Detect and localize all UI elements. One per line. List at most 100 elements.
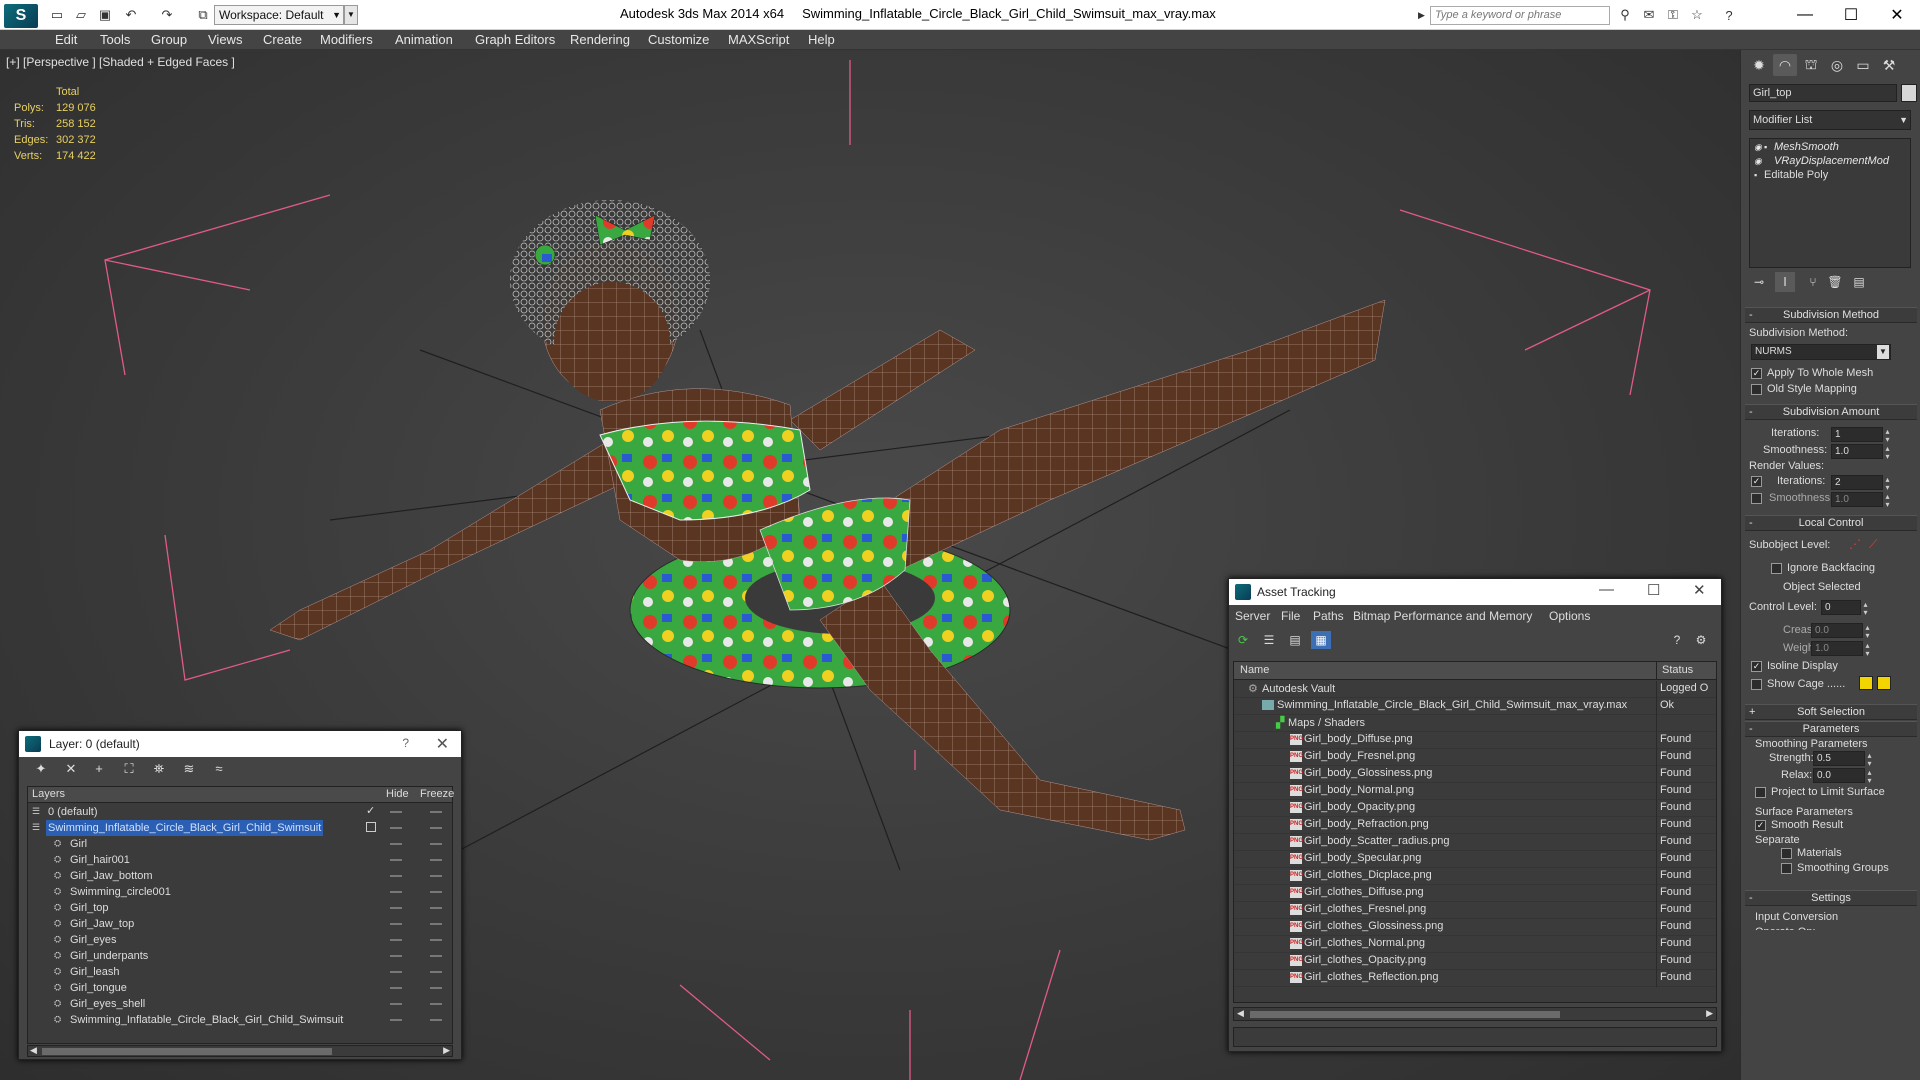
asset-menu-options[interactable]: Options bbox=[1549, 609, 1590, 623]
asset-row[interactable]: ▞ Maps / Shaders bbox=[1234, 715, 1716, 732]
configure-sets-icon[interactable]: ▤ bbox=[1849, 272, 1869, 292]
hide-toggle[interactable] bbox=[390, 971, 402, 973]
layer-row-name[interactable]: Girl bbox=[68, 836, 89, 852]
binoculars-icon[interactable]: ⚲ bbox=[1616, 6, 1634, 24]
modify-tab-icon[interactable]: ◠ bbox=[1773, 54, 1797, 76]
maximize-icon[interactable]: ☐ bbox=[1647, 581, 1660, 599]
column-name[interactable]: Name bbox=[1240, 664, 1269, 676]
workspace-dropdown[interactable]: Workspace: Default ▼ bbox=[214, 5, 344, 25]
current-layer-check-icon[interactable]: ✓ bbox=[366, 804, 375, 817]
lightbulb-icon[interactable]: ◉ bbox=[1754, 156, 1764, 167]
rollout-settings[interactable]: - Settings bbox=[1745, 890, 1917, 906]
asset-menu-bitmap[interactable]: Bitmap Performance and Memory bbox=[1353, 609, 1532, 623]
asset-row[interactable]: PNGGirl_clothes_Glossiness.png Found bbox=[1234, 919, 1716, 936]
layer-row[interactable]: ⛭ Girl_leash bbox=[28, 964, 452, 980]
menu-tools[interactable]: Tools bbox=[100, 32, 130, 47]
make-current-icon[interactable] bbox=[366, 822, 376, 832]
object-name-field[interactable]: Girl_top bbox=[1749, 84, 1897, 102]
viewport-label[interactable]: [+] [Perspective ] [Shaded + Edged Faces… bbox=[6, 55, 235, 69]
hide-toggle[interactable] bbox=[390, 811, 402, 813]
cage-selection-color-swatch[interactable] bbox=[1877, 676, 1891, 690]
freeze-toggle[interactable] bbox=[430, 987, 442, 989]
layer-row[interactable]: ⛭ Girl_Jaw_bottom bbox=[28, 868, 452, 884]
open-file-icon[interactable]: ▱ bbox=[72, 6, 90, 24]
layer-row[interactable]: ⛭ Swimming_Inflatable_Circle_Black_Girl_C… bbox=[28, 1012, 452, 1028]
minimize-icon[interactable]: — bbox=[1599, 581, 1614, 598]
iterations-spinner[interactable]: 1 bbox=[1831, 427, 1894, 443]
column-layers[interactable]: Layers bbox=[32, 788, 65, 800]
create-layer-icon[interactable]: ✦ bbox=[31, 761, 51, 779]
layer-row-name[interactable]: Swimming_circle001 bbox=[68, 884, 173, 900]
asset-row[interactable]: PNGGirl_body_Specular.png Found bbox=[1234, 851, 1716, 868]
vertex-subobject-icon[interactable]: ⋰ bbox=[1849, 537, 1861, 551]
asset-path-field[interactable] bbox=[1233, 1027, 1717, 1047]
display-tab-icon[interactable]: ▭ bbox=[1851, 54, 1875, 76]
column-hide[interactable]: Hide bbox=[386, 788, 409, 800]
asset-row[interactable]: PNGGirl_clothes_Dicplace.png Found bbox=[1234, 868, 1716, 885]
project-folder-icon[interactable]: ⧉ bbox=[194, 6, 212, 24]
expand-icon[interactable]: ▪ bbox=[1754, 170, 1764, 180]
hide-toggle[interactable] bbox=[390, 843, 402, 845]
favorites-star-icon[interactable]: ☆ bbox=[1688, 6, 1706, 24]
search-input[interactable]: Type a keyword or phrase bbox=[1430, 6, 1610, 25]
asset-row[interactable]: PNGGirl_body_Scatter_radius.png Found bbox=[1234, 834, 1716, 851]
render-iterations-spinner[interactable]: 2 bbox=[1831, 475, 1894, 491]
freeze-toggle[interactable] bbox=[430, 907, 442, 909]
separate-smoothing-groups-checkbox[interactable] bbox=[1781, 863, 1792, 874]
object-color-swatch[interactable] bbox=[1901, 84, 1917, 102]
workspace-menu-button[interactable]: ▼ bbox=[344, 5, 358, 25]
asset-row[interactable]: Swimming_Inflatable_Circle_Black_Girl_Ch… bbox=[1234, 698, 1716, 715]
asset-window-title-bar[interactable]: Asset Tracking — ☐ ✕ bbox=[1229, 579, 1721, 605]
menu-create[interactable]: Create bbox=[263, 32, 302, 47]
asset-row[interactable]: PNGGirl_body_Refraction.png Found bbox=[1234, 817, 1716, 834]
motion-tab-icon[interactable]: ◎ bbox=[1825, 54, 1849, 76]
asset-row[interactable]: PNGGirl_clothes_Diffuse.png Found bbox=[1234, 885, 1716, 902]
asset-horizontal-scrollbar[interactable]: ◀ ▶ bbox=[1233, 1007, 1717, 1021]
rollout-subdivision-method[interactable]: - Subdivision Method bbox=[1745, 307, 1917, 323]
render-smoothness-spinner[interactable]: 1.0 bbox=[1831, 492, 1894, 508]
layer-row[interactable]: ☰ 0 (default) ✓ bbox=[28, 804, 452, 820]
cage-color-swatch[interactable] bbox=[1859, 676, 1873, 690]
hide-all-layers-icon[interactable]: ≋ bbox=[179, 761, 199, 779]
stack-item-meshsmooth[interactable]: ◉ ▪ MeshSmooth bbox=[1754, 141, 1839, 153]
new-file-icon[interactable]: ▭ bbox=[48, 6, 66, 24]
menu-help[interactable]: Help bbox=[808, 32, 835, 47]
stack-item-editable-poly[interactable]: ▪ Editable Poly bbox=[1754, 169, 1828, 181]
hide-toggle[interactable] bbox=[390, 939, 402, 941]
project-limit-checkbox[interactable] bbox=[1755, 787, 1766, 798]
layer-row[interactable]: ⛭ Girl_underpants bbox=[28, 948, 452, 964]
settings-icon[interactable]: ⚙ bbox=[1691, 631, 1711, 649]
layer-window-title-bar[interactable]: Layer: 0 (default) ? ✕ bbox=[19, 731, 461, 757]
menu-animation[interactable]: Animation bbox=[395, 32, 453, 47]
layer-row-name[interactable]: Girl_eyes bbox=[68, 932, 118, 948]
freeze-toggle[interactable] bbox=[430, 1019, 442, 1021]
close-icon[interactable]: ✕ bbox=[1874, 0, 1920, 30]
hide-toggle[interactable] bbox=[390, 923, 402, 925]
maximize-icon[interactable]: ☐ bbox=[1828, 0, 1874, 30]
freeze-toggle[interactable] bbox=[430, 875, 442, 877]
layer-row-name[interactable]: Girl_leash bbox=[68, 964, 122, 980]
freeze-toggle[interactable] bbox=[430, 923, 442, 925]
communication-center-icon[interactable]: ✉ bbox=[1640, 6, 1658, 24]
render-smoothness-checkbox[interactable] bbox=[1751, 493, 1762, 504]
layer-row-name[interactable]: Girl_Jaw_top bbox=[68, 916, 136, 932]
column-freeze[interactable]: Freeze bbox=[420, 788, 454, 800]
make-unique-icon[interactable]: ⑂ bbox=[1803, 272, 1823, 292]
asset-menu-file[interactable]: File bbox=[1281, 609, 1300, 623]
menu-modifiers[interactable]: Modifiers bbox=[320, 32, 373, 47]
undo-icon[interactable]: ↶ bbox=[122, 6, 140, 24]
relax-spinner[interactable]: 0.0 bbox=[1813, 768, 1876, 784]
asset-row[interactable]: PNGGirl_clothes_Fresnel.png Found bbox=[1234, 902, 1716, 919]
layer-row[interactable]: ⛭ Girl bbox=[28, 836, 452, 852]
asset-row[interactable]: PNGGirl_body_Diffuse.png Found bbox=[1234, 732, 1716, 749]
menu-rendering[interactable]: Rendering bbox=[570, 32, 630, 47]
freeze-toggle[interactable] bbox=[430, 843, 442, 845]
rollout-local-control[interactable]: - Local Control bbox=[1745, 515, 1917, 531]
crease-spinner[interactable]: 0.0 bbox=[1811, 623, 1874, 639]
list-view-icon[interactable]: ☰ bbox=[1259, 631, 1279, 649]
remove-modifier-icon[interactable]: 🗑 bbox=[1825, 272, 1845, 292]
expand-icon[interactable]: ▪ bbox=[1764, 142, 1774, 152]
hide-toggle[interactable] bbox=[390, 1019, 402, 1021]
table-view-icon[interactable]: ▦ bbox=[1311, 631, 1331, 649]
freeze-toggle[interactable] bbox=[430, 955, 442, 957]
